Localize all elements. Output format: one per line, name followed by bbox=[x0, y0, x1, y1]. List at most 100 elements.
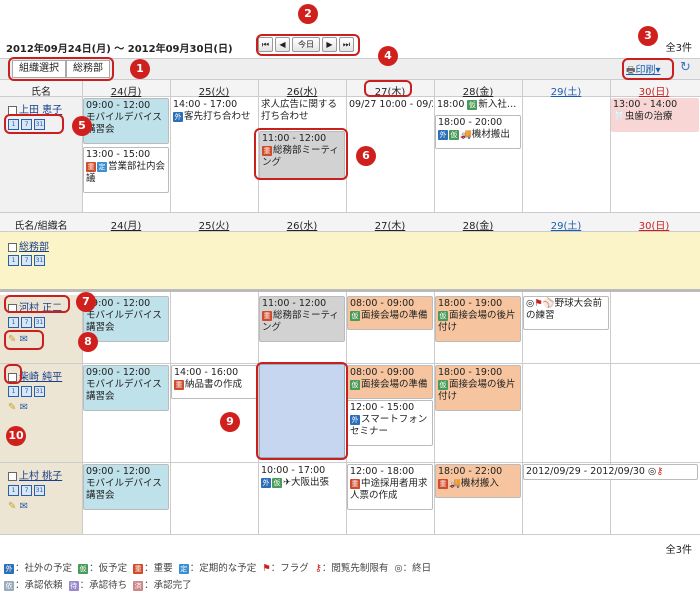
event[interactable]: 18:00 - 22:00 重 🚚機材搬入 bbox=[435, 464, 521, 498]
view-icons: 1 7 31 bbox=[8, 484, 47, 496]
day-header-mon-2[interactable]: 24(月) bbox=[82, 217, 170, 232]
org-name-row: 総務部 bbox=[8, 238, 49, 253]
event[interactable]: 09:00 - 12:00 モバイルデバイス講習会 bbox=[83, 365, 169, 411]
approval-done-icon: 済 bbox=[133, 580, 144, 591]
day-header-sun-2[interactable]: 30(日) bbox=[610, 217, 698, 232]
name-header: 氏名 bbox=[31, 87, 51, 98]
event[interactable]: 18:00 仮新入社… bbox=[435, 98, 521, 112]
highlight-ring bbox=[622, 58, 674, 80]
highlight-ring bbox=[4, 295, 70, 313]
day-view-icon[interactable]: 1 bbox=[8, 317, 19, 328]
event[interactable]: 11:00 - 12:00 重総務部ミーティング bbox=[259, 296, 345, 342]
day-view-icon[interactable]: 1 bbox=[8, 386, 19, 397]
day-header-sat[interactable]: 29(土) bbox=[522, 83, 610, 98]
mail-icon[interactable]: ✉ bbox=[20, 501, 28, 512]
callout-marker: 4 bbox=[378, 46, 398, 66]
event[interactable]: 09/27 10:00 - 09/28 bbox=[347, 98, 433, 112]
event[interactable]: 14:00 - 16:00 重納品書の作成 bbox=[171, 365, 257, 399]
tentative-icon: 仮 bbox=[78, 563, 89, 574]
callout-marker: 3 bbox=[638, 26, 658, 46]
day-view-icon[interactable]: 1 bbox=[8, 255, 19, 266]
mail-icon[interactable]: ✉ bbox=[20, 402, 28, 413]
important-icon: 重 bbox=[262, 310, 272, 321]
day-header-fri[interactable]: 28(金) bbox=[434, 83, 522, 98]
event[interactable]: ◎⚑⚾野球大会前の練習 bbox=[523, 296, 609, 330]
user-name-link[interactable]: 柴崎 純平 bbox=[19, 372, 62, 383]
event[interactable]: 18:00 - 20:00 外仮 🚚機材搬出 bbox=[435, 115, 521, 149]
event[interactable]: 18:00 - 19:00 仮面接会場の後片付け bbox=[435, 365, 521, 411]
result-count-top: 全3件 bbox=[665, 43, 692, 54]
day-header-mon[interactable]: 24(月) bbox=[82, 83, 170, 98]
month-view-icon[interactable]: 31 bbox=[34, 317, 45, 328]
event[interactable]: 求人広告に関する打ち合わせ bbox=[259, 98, 345, 128]
event[interactable]: 12:00 - 18:00 重中途採用者用求人票の作成 bbox=[347, 464, 433, 510]
regular-icon: 定 bbox=[178, 563, 189, 574]
week-view-icon[interactable]: 7 bbox=[21, 317, 32, 328]
user-name-link[interactable]: 上村 桃子 bbox=[19, 471, 62, 482]
important-icon: 重 bbox=[174, 379, 184, 390]
month-view-icon[interactable]: 31 bbox=[34, 485, 45, 496]
user-name-row: 上村 桃子 bbox=[8, 467, 62, 482]
day-header-sat-2[interactable]: 29(土) bbox=[522, 217, 610, 232]
result-count-bottom: 全3件 bbox=[665, 545, 692, 556]
day-header-fri-2[interactable]: 28(金) bbox=[434, 217, 522, 232]
event[interactable]: 08:00 - 09:00 仮面接会場の準備 bbox=[347, 296, 433, 330]
legend: 外：社外の予定 仮：仮予定 重：重要 定：定期的な予定 ⚑：フラグ ⚷：閲覧先制… bbox=[4, 563, 432, 591]
org-view-icons: 1 7 31 bbox=[8, 254, 47, 266]
org-checkbox[interactable] bbox=[8, 242, 17, 252]
external-icon: 外 bbox=[4, 563, 14, 574]
org-name-link[interactable]: 総務部 bbox=[19, 242, 49, 253]
tentative-icon: 仮 bbox=[438, 379, 448, 390]
highlight-ring bbox=[8, 57, 114, 81]
action-icons: ✎ ✉ bbox=[8, 402, 28, 413]
org-row bbox=[0, 232, 700, 292]
view-icons: 1 7 31 bbox=[8, 385, 47, 397]
event[interactable]: 12:00 - 15:00 外スマートフォンセミナー bbox=[347, 400, 433, 446]
baseball-icon: ⚾ bbox=[542, 298, 555, 309]
day-header-wed[interactable]: 26(水) bbox=[258, 83, 346, 98]
event[interactable]: 10:00 - 17:00 外仮 ✈大阪出張 bbox=[259, 464, 345, 498]
callout-marker: 7 bbox=[76, 292, 96, 312]
callout-marker: 2 bbox=[298, 4, 318, 24]
user-checkbox[interactable] bbox=[8, 471, 17, 481]
important-icon: 重 bbox=[133, 563, 144, 574]
external-icon: 外 bbox=[173, 111, 183, 122]
highlight-ring bbox=[254, 128, 348, 180]
important-icon: 重 bbox=[86, 161, 96, 172]
day-header-wed-2[interactable]: 26(水) bbox=[258, 217, 346, 232]
view-icons: 1 7 31 bbox=[8, 316, 47, 328]
event[interactable]: 09:00 - 12:00 モバイルデバイス講習会 bbox=[83, 98, 169, 144]
highlight-ring bbox=[4, 330, 44, 350]
event[interactable]: 2012/09/29 - 2012/09/30 ◎⚷ bbox=[523, 464, 698, 480]
tentative-icon: 仮 bbox=[350, 379, 360, 390]
external-icon: 外 bbox=[261, 477, 271, 488]
event[interactable]: 18:00 - 19:00 仮面接会場の後片付け bbox=[435, 296, 521, 342]
week-view-icon[interactable]: 7 bbox=[21, 386, 32, 397]
month-view-icon[interactable]: 31 bbox=[34, 386, 45, 397]
day-header-tue[interactable]: 25(火) bbox=[170, 83, 258, 98]
day-header-sun[interactable]: 30(日) bbox=[610, 83, 698, 98]
event[interactable]: 08:00 - 09:00 仮面接会場の準備 bbox=[347, 365, 433, 399]
highlight-ring bbox=[256, 34, 360, 56]
action-icons: ✎ ✉ bbox=[8, 501, 28, 512]
event[interactable]: 13:00 - 15:00 重定営業部社内会議 bbox=[83, 147, 169, 193]
week-view-icon[interactable]: 7 bbox=[21, 255, 32, 266]
edit-icon[interactable]: ✎ bbox=[8, 402, 16, 413]
callout-marker: 6 bbox=[356, 146, 376, 166]
edit-icon[interactable]: ✎ bbox=[8, 501, 16, 512]
week-view-icon[interactable]: 7 bbox=[21, 485, 32, 496]
day-header-tue-2[interactable]: 25(火) bbox=[170, 217, 258, 232]
callout-marker: 9 bbox=[220, 412, 240, 432]
flag-icon: ⚑ bbox=[534, 298, 543, 309]
callout-marker: 8 bbox=[78, 332, 98, 352]
event[interactable]: 13:00 - 14:00 🦷虫歯の治療 bbox=[611, 98, 699, 132]
refresh-icon[interactable]: ↻ bbox=[680, 60, 691, 75]
day-header-thu-2[interactable]: 27(木) bbox=[346, 217, 434, 232]
event[interactable]: 09:00 - 12:00 モバイルデバイス講習会 bbox=[83, 464, 169, 510]
plane-icon: ✈ bbox=[283, 477, 291, 488]
tentative-icon: 仮 bbox=[449, 129, 459, 140]
month-view-icon[interactable]: 31 bbox=[34, 255, 45, 266]
tentative-icon: 仮 bbox=[467, 99, 478, 110]
day-view-icon[interactable]: 1 bbox=[8, 485, 19, 496]
event[interactable]: 14:00 - 17:00 外客先打ち合わせ bbox=[171, 98, 257, 128]
